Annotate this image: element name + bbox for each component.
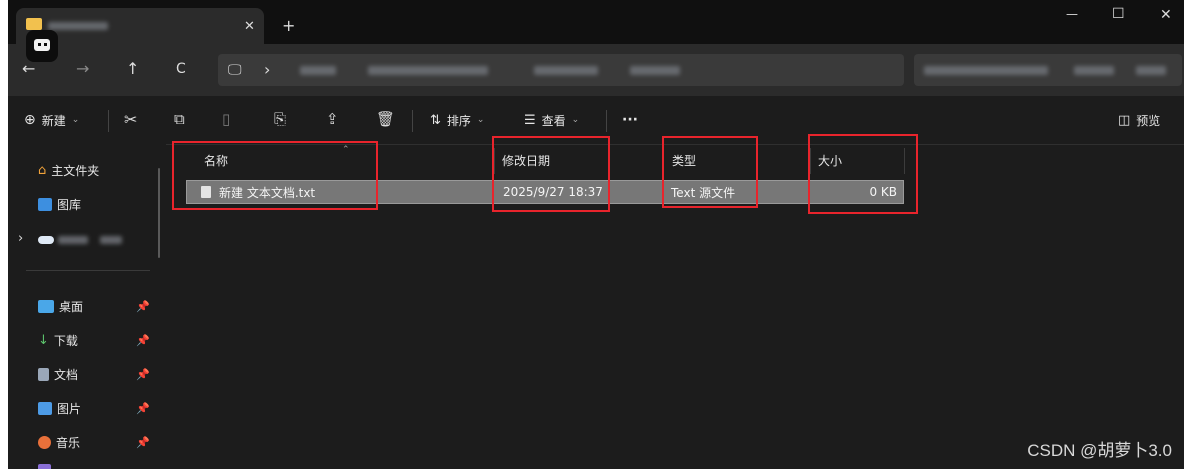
share-icon[interactable]: ⇪ (326, 112, 339, 127)
address-path-blurred (368, 66, 488, 75)
sidebar-item-label: 下载 (53, 333, 78, 348)
view-button-label: 查看 (541, 113, 566, 128)
onedrive-account-blurred (100, 236, 122, 244)
onedrive-account-blurred[interactable] (58, 236, 88, 244)
address-path-blurred (630, 66, 680, 75)
pin-icon[interactable]: 📌 (136, 334, 150, 347)
sidebar-item-label: 桌面 (59, 299, 84, 314)
plus-circle-icon: ⊕ (24, 112, 36, 128)
navigation-pane: ⌂ 主文件夹 图库 › 桌面 📌 ↓ 下载 📌 文档 📌 图片 📌 音乐 📌 (8, 144, 166, 469)
sidebar-item-label: 文档 (54, 367, 79, 382)
new-button[interactable]: ⊕ 新建 ⌄ (24, 96, 79, 144)
sidebar-item-music[interactable]: 音乐 (38, 430, 80, 454)
preview-pane-icon: ◫ (1118, 112, 1131, 128)
sidebar-item-label: 主文件夹 (51, 163, 100, 178)
onedrive-icon (38, 236, 54, 244)
view-list-icon: ☰ (524, 112, 536, 128)
sidebar-scrollbar[interactable] (158, 168, 160, 258)
document-icon (38, 367, 49, 381)
back-icon[interactable]: ← (22, 61, 35, 77)
download-icon: ↓ (38, 332, 49, 348)
navigation-bar: ← → ↑ C 🖵 › (8, 44, 1184, 96)
more-options-button[interactable]: ··· (622, 96, 638, 144)
address-path-blurred (300, 66, 336, 75)
sort-button-label: 排序 (446, 113, 471, 128)
sidebar-item-gallery[interactable]: 图库 (38, 192, 81, 216)
tab-close-icon[interactable]: ✕ (244, 20, 255, 33)
sidebar-item-desktop[interactable]: 桌面 (38, 294, 83, 318)
sidebar-item-label: 图库 (57, 197, 82, 212)
maximize-icon[interactable]: ☐ (1112, 7, 1125, 21)
new-button-label: 新建 (41, 113, 66, 128)
cut-icon[interactable]: ✂ (124, 112, 137, 128)
pin-icon[interactable]: 📌 (136, 300, 150, 313)
gallery-icon (38, 197, 52, 211)
address-bar[interactable]: 🖵 › (218, 54, 904, 86)
sidebar-item-home[interactable]: ⌂ 主文件夹 (38, 158, 99, 182)
music-icon (38, 435, 51, 449)
sidebar-item-label: 音乐 (56, 435, 81, 450)
pin-icon[interactable]: 📌 (136, 368, 150, 381)
pin-icon[interactable]: 📌 (136, 436, 150, 449)
paste-icon[interactable]: ▯ (222, 112, 230, 127)
search-box[interactable] (914, 54, 1182, 86)
minimize-icon[interactable]: — (1066, 8, 1078, 20)
refresh-icon[interactable]: C (176, 62, 186, 76)
delete-icon[interactable]: 🗑 (376, 112, 395, 127)
copy-icon[interactable]: ⧉ (174, 112, 185, 127)
forward-icon[interactable]: → (76, 61, 89, 77)
file-explorer-window: ✕ + — ☐ ✕ ← → ↑ C 🖵 › ⊕ 新建 ⌄ ✂ ⧉ ▯ ⎘ ⇪ 🗑… (8, 0, 1184, 469)
preview-button-label: 预览 (1136, 113, 1161, 128)
preview-button[interactable]: ◫ 预览 (1118, 96, 1160, 144)
sort-icon: ⇅ (430, 112, 441, 128)
chevron-down-icon: ⌄ (71, 115, 80, 125)
search-placeholder-blurred (1074, 66, 1114, 75)
sidebar-item-pictures[interactable]: 图片 (38, 396, 81, 420)
tab-title-blurred (48, 22, 108, 30)
search-icon (1136, 66, 1166, 75)
breadcrumb-chevron-icon: › (264, 60, 271, 79)
annotation-box-type (662, 136, 758, 208)
new-tab-icon[interactable]: + (282, 18, 295, 34)
chevron-down-icon: ⌄ (476, 115, 485, 125)
pin-icon[interactable]: 📌 (136, 402, 150, 415)
app-logo-icon (26, 30, 58, 62)
annotation-box-name (172, 141, 378, 210)
chevron-down-icon: ⌄ (571, 115, 580, 125)
sidebar-item-downloads[interactable]: ↓ 下载 (38, 328, 78, 352)
home-icon: ⌂ (38, 162, 47, 178)
sort-button[interactable]: ⇅ 排序 ⌄ (430, 96, 484, 144)
monitor-icon: 🖵 (228, 62, 242, 78)
sidebar-divider (26, 270, 150, 271)
pictures-icon (38, 401, 52, 415)
address-path-blurred (534, 66, 598, 75)
sidebar-item-partial-icon (38, 464, 51, 469)
more-icon: ··· (622, 112, 638, 128)
desktop-icon (38, 299, 54, 313)
search-placeholder-blurred (924, 66, 1048, 75)
watermark-text: CSDN @胡萝卜3.0 (1027, 441, 1172, 460)
sidebar-item-documents[interactable]: 文档 (38, 362, 78, 386)
expand-chevron-icon[interactable]: › (18, 232, 23, 245)
folder-icon (26, 18, 42, 30)
rename-icon[interactable]: ⎘ (274, 112, 286, 127)
up-icon[interactable]: ↑ (126, 61, 139, 77)
title-bar: ✕ + — ☐ ✕ (8, 0, 1184, 62)
annotation-box-size (808, 134, 918, 214)
close-icon[interactable]: ✕ (1160, 8, 1172, 22)
annotation-box-modified (492, 136, 610, 212)
sidebar-item-label: 图片 (57, 401, 82, 416)
